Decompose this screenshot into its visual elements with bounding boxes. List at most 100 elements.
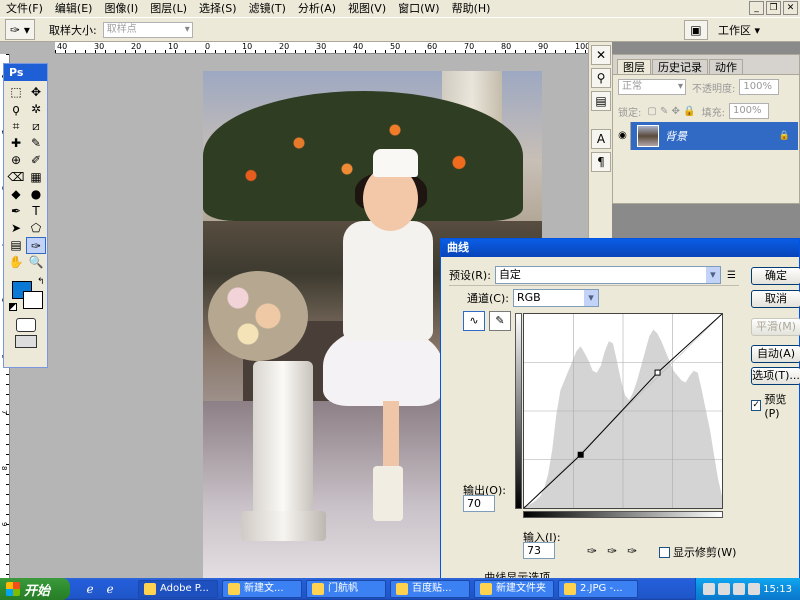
- fill-input[interactable]: 100%: [728, 103, 769, 119]
- taskbar-button[interactable]: 2.JPG -...: [558, 580, 638, 598]
- taskbar-button[interactable]: 新建文...: [222, 580, 302, 598]
- tab-history[interactable]: 历史记录: [652, 59, 708, 74]
- girl-hat: [373, 149, 418, 177]
- restore-icon[interactable]: ❐: [766, 1, 781, 15]
- ok-button[interactable]: 确定: [751, 267, 800, 285]
- hand-icon[interactable]: ✋: [6, 254, 26, 271]
- cancel-button[interactable]: 取消: [751, 290, 800, 308]
- gray-point-eyedropper-icon[interactable]: ✑: [607, 544, 617, 558]
- menu-item[interactable]: 图层(L): [144, 0, 193, 17]
- show-clipping-checkbox[interactable]: [659, 546, 670, 558]
- tray-security-icon[interactable]: [718, 583, 731, 595]
- close-icon[interactable]: ✕: [783, 1, 798, 15]
- zoom-icon[interactable]: 🔍: [26, 254, 46, 271]
- taskbar-button[interactable]: 门航帆: [306, 580, 386, 598]
- menu-item[interactable]: 窗口(W): [392, 0, 445, 17]
- path-select-icon[interactable]: ➤: [6, 220, 26, 237]
- ie-icon[interactable]: ℯ: [102, 581, 118, 597]
- menu-item[interactable]: 分析(A): [292, 0, 342, 17]
- channel-select[interactable]: RGB: [512, 289, 599, 307]
- sample-size-select[interactable]: 取样点: [102, 21, 193, 38]
- slice-icon[interactable]: ⧄: [26, 118, 46, 135]
- tools-panel-icon[interactable]: ✕: [591, 45, 611, 65]
- quick-mask-icon[interactable]: [15, 318, 36, 332]
- preview-checkbox[interactable]: ✓: [751, 400, 762, 411]
- healing-icon[interactable]: ✚: [6, 135, 26, 152]
- stamp-icon[interactable]: ⊕: [6, 152, 26, 169]
- tray-volume-icon[interactable]: [733, 583, 746, 595]
- output-input[interactable]: 70: [463, 495, 495, 512]
- opacity-input[interactable]: 100%: [739, 79, 780, 95]
- menu-item[interactable]: 视图(V): [342, 0, 392, 17]
- menu-item[interactable]: 滤镜(T): [243, 0, 292, 17]
- default-colors-icon[interactable]: [9, 303, 17, 311]
- menu-item[interactable]: 帮助(H): [446, 0, 497, 17]
- layer-row-background[interactable]: ◉ 背景 🔒: [615, 122, 798, 150]
- background-color-swatch[interactable]: [23, 291, 43, 309]
- clone-source-icon[interactable]: ▤: [591, 91, 611, 111]
- task-buttons: Adobe P... 新建文... 门航帆 百度贴... 新建文件夹 2.JPG -...: [134, 580, 638, 598]
- shape-icon[interactable]: ⬠: [26, 220, 46, 237]
- lock-label: 锁定:: [618, 107, 642, 119]
- visibility-eye-icon[interactable]: ◉: [615, 122, 631, 150]
- brush-icon[interactable]: ✎: [26, 135, 46, 152]
- screen-mode-icon[interactable]: [14, 335, 37, 348]
- tab-layers[interactable]: 图层: [617, 59, 651, 74]
- tray-network-icon[interactable]: [703, 583, 716, 595]
- eraser-icon[interactable]: ⌫: [6, 169, 26, 186]
- tray-antivirus-icon[interactable]: [748, 583, 761, 595]
- brushes-icon[interactable]: ⚲: [591, 68, 611, 88]
- move-icon[interactable]: ✥: [26, 84, 46, 101]
- magic-wand-icon[interactable]: ✲: [26, 101, 46, 118]
- minimize-icon[interactable]: _: [749, 1, 764, 15]
- menu-item[interactable]: 编辑(E): [49, 0, 99, 17]
- gradient-icon[interactable]: ▦: [26, 169, 46, 186]
- menu-item[interactable]: 文件(F): [0, 0, 49, 17]
- curve-point[interactable]: [577, 451, 584, 458]
- history-brush-icon[interactable]: ✐: [26, 152, 46, 169]
- lasso-icon[interactable]: ϙ: [6, 101, 26, 118]
- flower-vase: [208, 271, 308, 361]
- swap-colors-icon[interactable]: ↰: [37, 277, 45, 287]
- crop-icon[interactable]: ⌗: [6, 118, 26, 135]
- curve-graph[interactable]: [523, 313, 723, 509]
- input-input[interactable]: 73: [523, 542, 555, 559]
- bridge-icon[interactable]: ▣: [683, 20, 708, 40]
- notes-icon[interactable]: ▤: [6, 237, 26, 254]
- paragraph-icon[interactable]: ¶: [591, 152, 611, 172]
- taskbar-button[interactable]: 百度贴...: [390, 580, 470, 598]
- black-point-eyedropper-icon[interactable]: ✑: [587, 544, 597, 558]
- auto-button[interactable]: 自动(A): [751, 345, 800, 363]
- character-icon[interactable]: A: [591, 129, 611, 149]
- dodge-icon[interactable]: ●: [26, 186, 46, 203]
- preset-options-icon[interactable]: ☰: [727, 270, 736, 281]
- taskbar-button[interactable]: 新建文件夹: [474, 580, 554, 598]
- ie-icon[interactable]: ℯ: [82, 581, 98, 597]
- menu-item[interactable]: 图像(I): [98, 0, 144, 17]
- blur-icon[interactable]: ◆: [6, 186, 26, 203]
- eyedropper-icon[interactable]: ✑: [26, 237, 46, 254]
- lock-icons[interactable]: ▢ ✎ ✥ 🔒: [647, 106, 695, 117]
- workspace-menu[interactable]: 工作区 ▾: [718, 22, 760, 38]
- tab-actions[interactable]: 动作: [709, 59, 743, 74]
- preset-select[interactable]: 自定: [494, 266, 721, 284]
- type-icon[interactable]: T: [26, 203, 46, 220]
- white-point-eyedropper-icon[interactable]: ✑: [627, 544, 637, 558]
- start-button[interactable]: 开始: [0, 578, 70, 600]
- curve-edit-points-icon[interactable]: ∿: [463, 311, 485, 331]
- curve-draw-pencil-icon[interactable]: ✎: [489, 311, 511, 331]
- options-button[interactable]: 选项(T)...: [751, 367, 800, 385]
- taskbar-button[interactable]: Adobe P...: [138, 580, 218, 598]
- pen-icon[interactable]: ✒: [6, 203, 26, 220]
- ruler-tick-label: 20: [131, 42, 142, 51]
- eyedropper-tool-preset-icon[interactable]: ✑ ▾: [5, 19, 35, 40]
- ruler-tick-label: 10: [242, 42, 253, 51]
- curve-svg[interactable]: [523, 313, 723, 509]
- curve-point[interactable]: [654, 369, 661, 376]
- taskbar: 开始 ℯ ℯ Adobe P... 新建文... 门航帆 百度贴... 新建文件夹 2.J…: [0, 578, 800, 600]
- blend-mode-select[interactable]: 正常: [618, 79, 686, 95]
- smooth-button[interactable]: 平滑(M): [751, 318, 800, 336]
- marquee-icon[interactable]: ⬚: [6, 84, 26, 101]
- menu-item[interactable]: 选择(S): [193, 0, 243, 17]
- windows-flag-icon: [6, 582, 20, 596]
